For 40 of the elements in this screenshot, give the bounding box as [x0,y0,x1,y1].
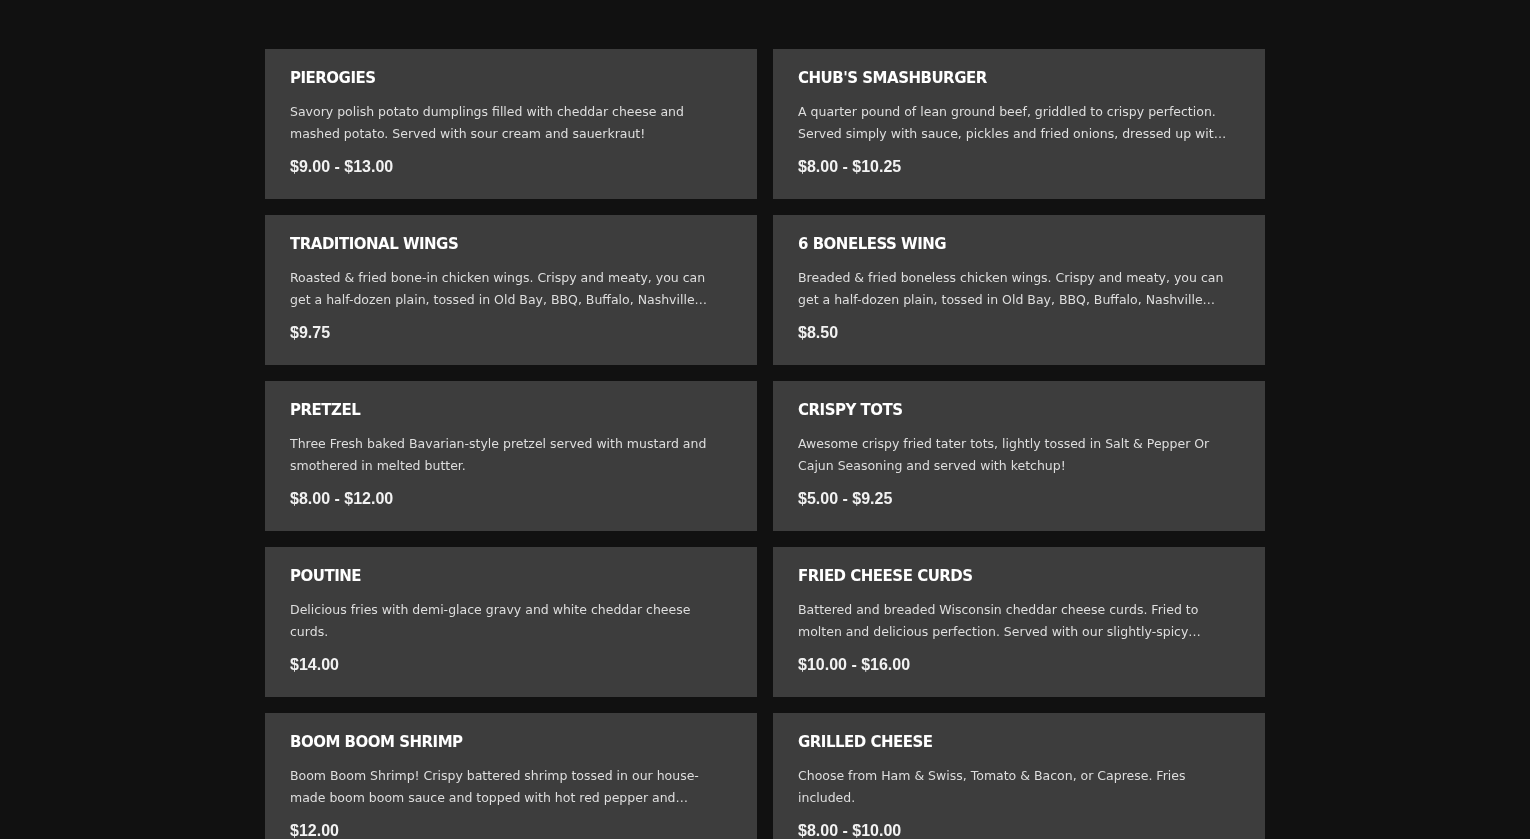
item-price: $12.00 [290,822,339,839]
item-description: A quarter pound of lean ground beef, griddled to crispy perfection. Served simply with sauce, pickles and fried onions, dressed up wit… [798,103,1228,143]
item-description: Three Fresh baked Bavarian-style pretzel served with mustard and smothered in melted butter. [290,435,708,475]
menu-card[interactable]: CHUB'S SMASHBURGER A quarter pound of lean ground beef, griddled to crispy perfection. Served simply with sauce, pickles and fried onions, dressed up wit… $8.00 - $10.25 [773,49,1265,199]
item-title: CHUB'S SMASHBURGER [798,69,987,87]
menu-card[interactable]: 6 BONELESS WING Breaded & fried boneless chicken wings. Crispy and meaty, you can get a half-dozen plain, tossed in Old Bay, BBQ, Buffalo, Nashville… $8.50 [773,215,1265,365]
menu-card[interactable]: BOOM BOOM SHRIMP Boom Boom Shrimp! Crispy battered shrimp tossed in our house-made boom boom sauce and topped with hot red pepper and… $12.00 [265,713,757,839]
item-description: Awesome crispy fried tater tots, lightly tossed in Salt & Pepper Or Cajun Seasoning and served with ketchup! [798,435,1211,475]
item-description: Breaded & fried boneless chicken wings. Crispy and meaty, you can get a half-dozen plain, tossed in Old Bay, BBQ, Buffalo, Nashville… [798,269,1225,309]
item-description: Roasted & fried bone-in chicken wings. Crispy and meaty, you can get a half-dozen plain, tossed in Old Bay, BBQ, Buffalo, Nashville… [290,269,709,309]
item-title: TRADITIONAL WINGS [290,235,459,253]
item-title: POUTINE [290,567,362,585]
item-description: Delicious fries with demi-glace gravy and white cheddar cheese curds. [290,601,692,641]
item-title: GRILLED CHEESE [798,733,933,751]
item-description: Choose from Ham & Swiss, Tomato & Bacon, or Caprese. Fries included. [798,767,1187,807]
item-description: Boom Boom Shrimp! Crispy battered shrimp tossed in our house-made boom boom sauce and topped with hot red pepper and… [290,767,700,807]
menu-card[interactable]: PRETZEL Three Fresh baked Bavarian-style pretzel served with mustard and smothered in melted butter. $8.00 - $12.00 [265,381,757,531]
item-price: $14.00 [290,656,339,674]
menu-card[interactable]: FRIED CHEESE CURDS Battered and breaded Wisconsin cheddar cheese curds. Fried to molten and delicious perfection. Served with our slightly-spicy… $10.00 - $16.00 [773,547,1265,697]
menu-card[interactable]: TRADITIONAL WINGS Roasted & fried bone-in chicken wings. Crispy and meaty, you can get a half-dozen plain, tossed in Old Bay, BBQ, Buffalo, Nashville… $9.75 [265,215,757,365]
item-title: 6 BONELESS WING [798,235,947,253]
item-title: FRIED CHEESE CURDS [798,567,973,585]
item-price: $10.00 - $16.00 [798,656,911,674]
item-title: BOOM BOOM SHRIMP [290,733,463,751]
menu-card[interactable]: PIEROGIES Savory polish potato dumplings filled with cheddar cheese and mashed potato. Served with sour cream and sauerkraut! $9.00 - $13.00 [265,49,757,199]
item-price: $8.00 - $12.00 [290,490,394,508]
item-title: PRETZEL [290,401,361,419]
item-price: $5.00 - $9.25 [798,490,893,508]
menu-card[interactable]: GRILLED CHEESE Choose from Ham & Swiss, Tomato & Bacon, or Caprese. Fries included. $8.00 - $10.00 [773,713,1265,839]
item-title: PIEROGIES [290,69,376,87]
item-title: CRISPY TOTS [798,401,903,419]
item-price: $9.00 - $13.00 [290,158,394,176]
item-price: $9.75 [290,324,331,342]
item-description: Battered and breaded Wisconsin cheddar cheese curds. Fried to molten and delicious perfection. Served with our slightly-spicy… [798,601,1202,641]
item-description: Savory polish potato dumplings filled with cheddar cheese and mashed potato. Served with sour cream and sauerkraut! [290,103,685,143]
menu-card[interactable]: CRISPY TOTS Awesome crispy fried tater tots, lightly tossed in Salt & Pepper Or Cajun Seasoning and served with ketchup! $5.00 - $9.25 [773,381,1265,531]
item-price: $8.00 - $10.00 [798,822,902,839]
item-price: $8.00 - $10.25 [798,158,902,176]
item-price: $8.50 [798,324,839,342]
menu-card[interactable]: POUTINE Delicious fries with demi-glace gravy and white cheddar cheese curds. $14.00 [265,547,757,697]
